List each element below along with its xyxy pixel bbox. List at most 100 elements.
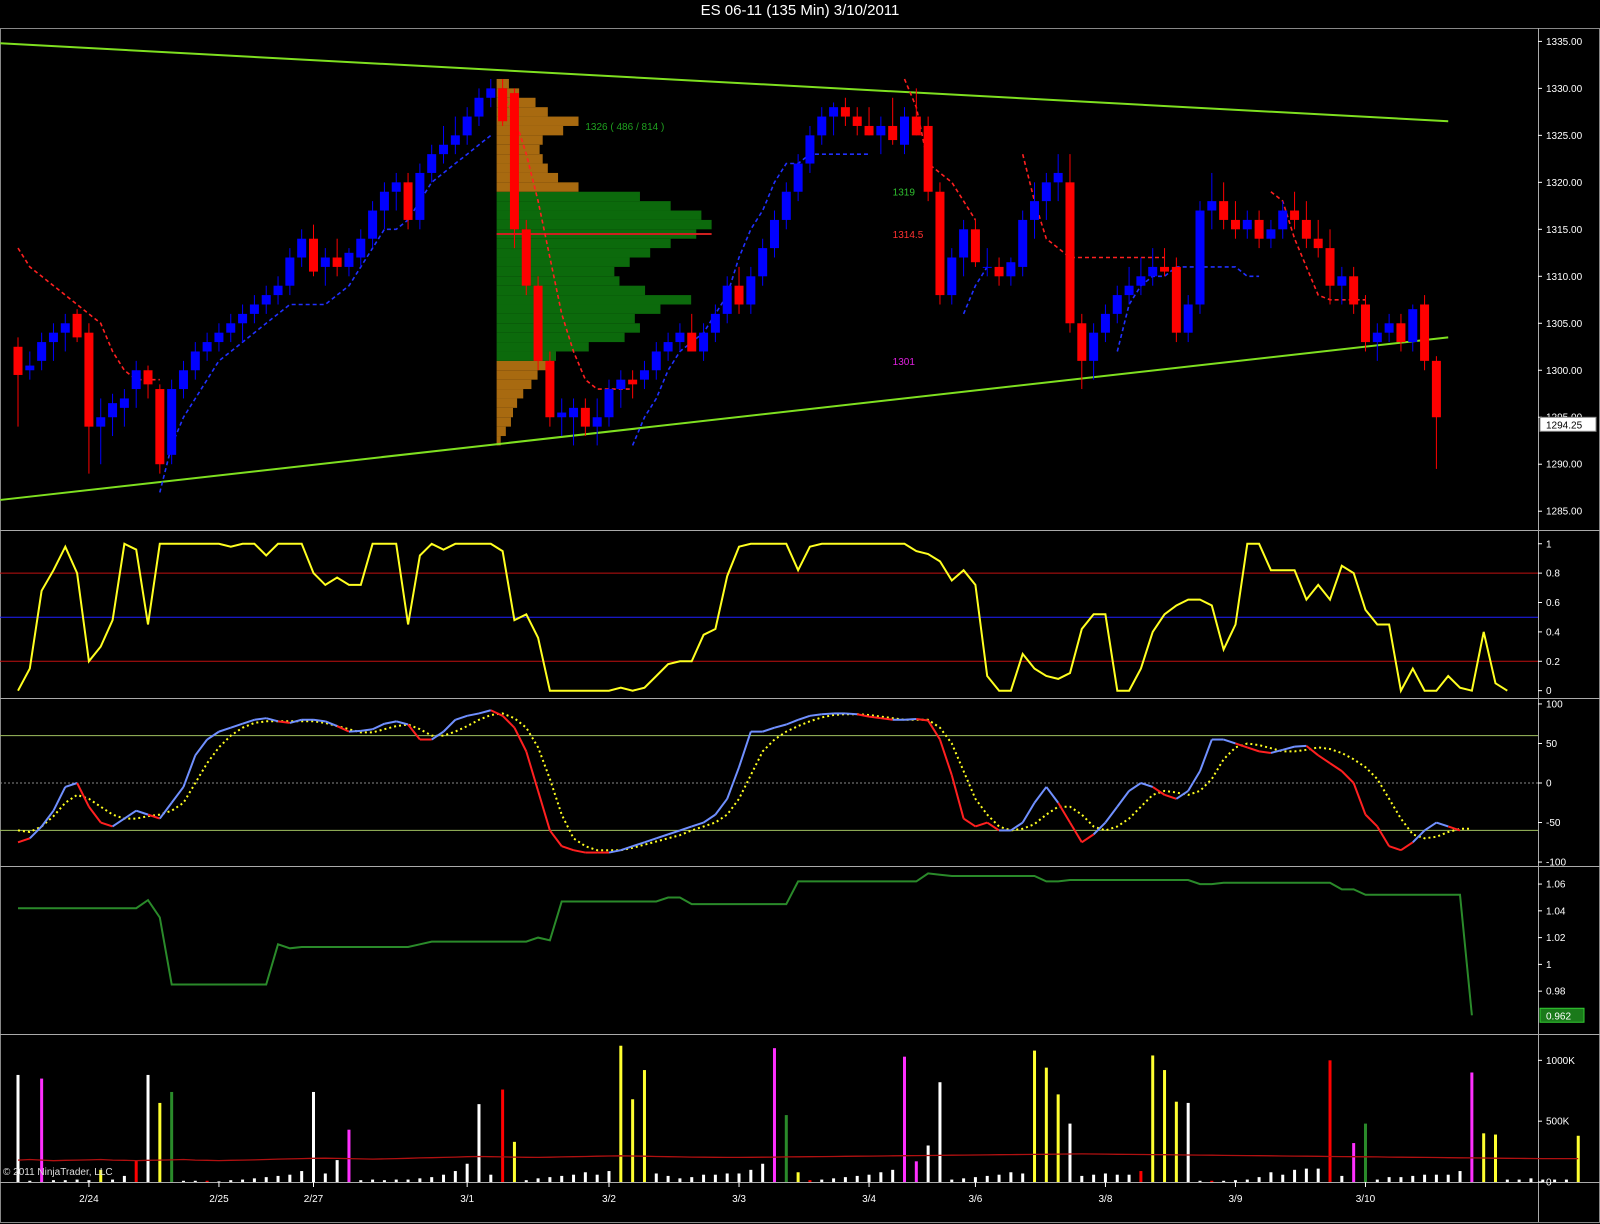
volume-bar xyxy=(241,1179,245,1182)
stoch-k-segment xyxy=(466,712,480,717)
stoch-k-segment xyxy=(785,718,799,726)
volume-bar xyxy=(252,1178,256,1182)
volume-bar xyxy=(1316,1168,1320,1182)
ratio-axis-tick-label: 0.98 xyxy=(1546,987,1566,998)
volume-bar xyxy=(170,1091,174,1182)
volume-bar xyxy=(1281,1174,1285,1182)
candle-body xyxy=(285,257,295,286)
volume-bar xyxy=(1375,1179,1379,1182)
volume-bar xyxy=(1517,1179,1521,1182)
volume-bar xyxy=(973,1177,977,1182)
candle-body xyxy=(261,295,271,305)
volume-bar xyxy=(1529,1178,1533,1182)
stoch-k-segment xyxy=(1223,738,1236,745)
volume-bar xyxy=(1387,1177,1391,1182)
candle-body xyxy=(1372,332,1382,343)
volume-bar xyxy=(548,1177,552,1182)
stoch-k-segment xyxy=(1057,802,1071,824)
stoch-k-segment xyxy=(963,817,976,828)
stoch-axis-tick-label: -100 xyxy=(1546,858,1566,869)
candle-body xyxy=(309,238,318,272)
stoch-k-segment xyxy=(1412,829,1426,843)
stoch-k-segment xyxy=(100,821,113,828)
candle-body xyxy=(143,370,153,385)
volume-profile-bar xyxy=(496,342,589,352)
stoch-k-segment xyxy=(1364,813,1379,828)
volume-bar xyxy=(1411,1175,1415,1182)
volume-bar xyxy=(1092,1174,1096,1182)
candle-body xyxy=(1420,304,1430,361)
candle-body xyxy=(131,370,141,390)
volume-bar xyxy=(276,1175,280,1182)
candle-body xyxy=(1160,266,1170,272)
volume-bar xyxy=(512,1141,516,1182)
candle-body xyxy=(521,229,531,286)
candle-body xyxy=(1219,201,1229,220)
candle-body xyxy=(533,285,543,361)
volume-bar xyxy=(595,1174,599,1182)
volume-bar xyxy=(312,1091,315,1182)
candle-body xyxy=(1301,219,1311,239)
candle-body xyxy=(1254,219,1264,239)
volume-average-line xyxy=(17,1153,1579,1162)
volume-bar xyxy=(158,1102,162,1182)
candle-body xyxy=(498,88,508,122)
stoch-k-segment xyxy=(1258,750,1272,754)
stoch-axis-tick-label: 50 xyxy=(1546,739,1558,750)
volume-bar xyxy=(1033,1050,1037,1182)
volume-bar xyxy=(1541,1179,1545,1182)
candle-body xyxy=(1136,276,1146,286)
candle-body xyxy=(923,125,933,192)
stoch-k-segment xyxy=(52,786,67,812)
chart-canvas[interactable]: 1335.00 1330.00 1325.00 1320.00 1315.00 1310.… xyxy=(0,0,1600,1224)
volume-bar xyxy=(111,1179,115,1182)
candle-body xyxy=(486,88,496,98)
x-axis-date-label: 3/1 xyxy=(460,1194,474,1205)
volume-bar xyxy=(406,1179,410,1182)
stoch-k-segment xyxy=(1033,786,1048,804)
candle-body xyxy=(746,276,756,305)
volume-bar xyxy=(914,1161,918,1182)
volume-profile-bar xyxy=(496,398,518,408)
volume-profile-bar xyxy=(496,210,702,220)
stoch-k-segment xyxy=(360,728,373,732)
volume-bar xyxy=(1056,1094,1060,1182)
ratio-axis-tick-label: 1.04 xyxy=(1546,906,1566,917)
stoch-k-segment xyxy=(1140,782,1154,788)
volume-bar xyxy=(583,1172,587,1182)
stoch-k-segment xyxy=(1400,841,1414,852)
candle-body xyxy=(379,191,389,211)
x-axis-date-label: 3/6 xyxy=(968,1194,982,1205)
candle-body xyxy=(616,379,626,390)
candle-body xyxy=(1290,210,1300,220)
price-axis-tick-label: 1305.00 xyxy=(1546,319,1583,330)
volume-bar xyxy=(702,1174,706,1182)
candle-body xyxy=(1408,309,1418,343)
stoch-k-segment xyxy=(313,718,326,723)
volume-bar xyxy=(1210,1180,1214,1182)
trendline-upper xyxy=(0,42,1449,123)
stoch-k-segment xyxy=(537,790,551,831)
volume-bar xyxy=(193,1180,197,1182)
osc-axis-tick-label: 0 xyxy=(1546,686,1552,697)
volume-bar xyxy=(264,1177,268,1182)
ratio-axis-tick-label: 1.06 xyxy=(1546,880,1566,891)
price-axis-tick-label: 1310.00 xyxy=(1546,272,1583,283)
candle-body xyxy=(1431,360,1441,418)
candle-body xyxy=(462,116,472,136)
stoch-k-segment xyxy=(1341,770,1355,784)
stoch-k-segment xyxy=(1317,754,1331,765)
stoch-k-segment xyxy=(1069,822,1083,843)
copyright-text: © 2011 NinjaTrader, LLC xyxy=(3,1167,113,1178)
volume-profile-bar xyxy=(496,323,640,333)
candle-body xyxy=(1313,238,1323,249)
volume-bar xyxy=(997,1174,1001,1182)
volume-bar xyxy=(382,1180,386,1182)
volume-profile-bar xyxy=(496,389,524,399)
candle-body xyxy=(1360,304,1370,343)
volume-bar xyxy=(501,1089,505,1182)
candle-body xyxy=(699,332,709,352)
volume-profile-bar xyxy=(496,257,630,267)
volume-bar xyxy=(16,1074,20,1182)
ratio-last-label: 0.962 xyxy=(1546,1011,1571,1022)
